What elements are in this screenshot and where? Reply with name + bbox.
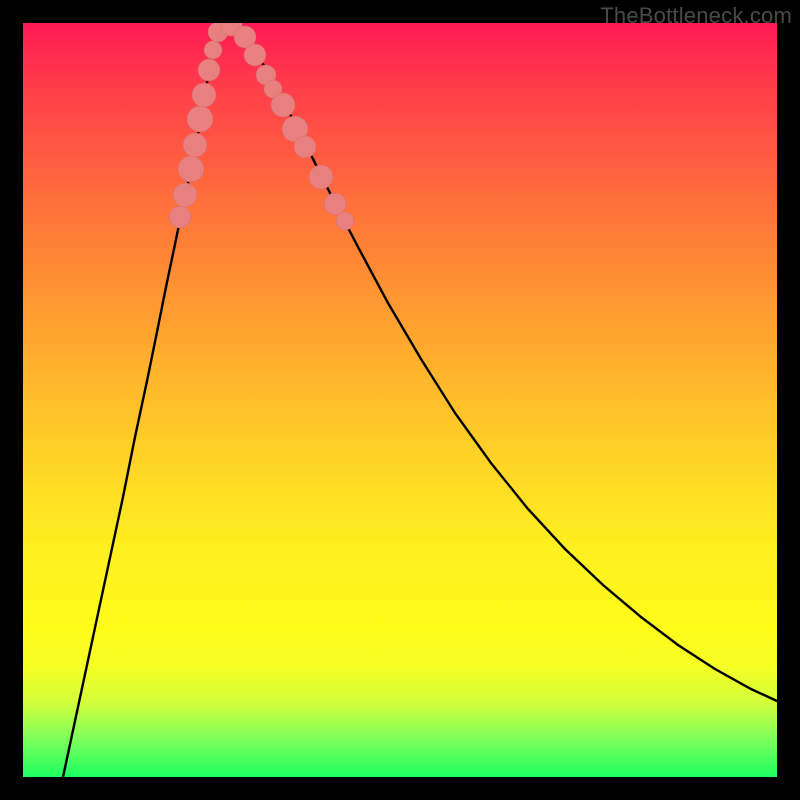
marker-dot: [169, 206, 191, 228]
marker-dot: [324, 193, 346, 215]
marker-dot: [198, 59, 220, 81]
marker-dot: [294, 136, 316, 158]
watermark-text: TheBottleneck.com: [600, 3, 792, 29]
marker-dot: [192, 83, 216, 107]
chart-frame: TheBottleneck.com: [0, 0, 800, 800]
marker-dot: [187, 106, 213, 132]
marker-dot: [173, 183, 197, 207]
marker-dot: [336, 212, 354, 230]
marker-dot: [309, 165, 333, 189]
marker-dot: [244, 44, 266, 66]
plot-area: [23, 23, 777, 777]
marker-dot: [183, 133, 207, 157]
marker-dot: [271, 93, 295, 117]
marker-dot: [178, 156, 204, 182]
marker-dot: [204, 41, 222, 59]
data-markers: [23, 23, 777, 777]
